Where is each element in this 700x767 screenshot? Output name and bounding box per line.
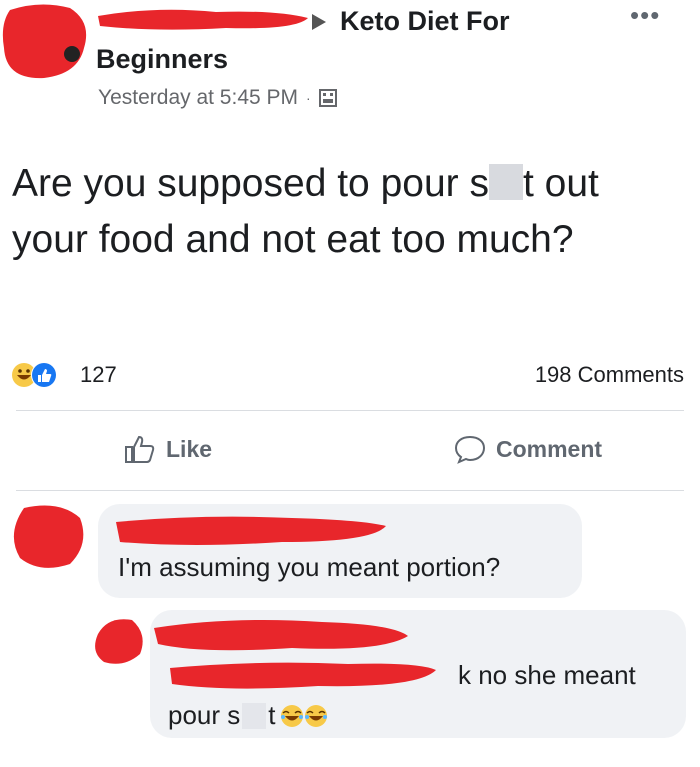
author-avatar-redacted[interactable] [0, 2, 88, 80]
laughing-emoji-icon [304, 704, 327, 727]
post-meta: Yesterday at 5:45 PM · [98, 86, 337, 110]
group-name-line2[interactable]: Beginners [96, 44, 228, 75]
post-text-part1: Are you supposed to pour s [12, 162, 489, 205]
like-icon [125, 435, 155, 463]
comment-button[interactable]: Comment [454, 434, 602, 464]
comment-icon [454, 435, 486, 464]
audience-icon [318, 89, 337, 107]
reaction-count[interactable]: 127 [80, 362, 117, 388]
laughing-emoji-icon [280, 704, 303, 727]
post-body: Are you supposed to pour st out your foo… [12, 156, 672, 268]
reaction-icons[interactable] [10, 360, 74, 390]
reply-text-part2: t [268, 700, 276, 730]
commenter-avatar-redacted[interactable] [10, 504, 86, 570]
reply-text-part1: pour s [168, 700, 241, 730]
shared-to-arrow-icon [312, 14, 326, 30]
reply-text-line1: k no she meant [458, 660, 636, 690]
author-name-redacted[interactable] [96, 4, 310, 34]
reply-avatar-redacted[interactable] [88, 614, 148, 668]
censor-block-small [242, 702, 267, 729]
post-timestamp[interactable]: Yesterday at 5:45 PM [98, 86, 298, 110]
like-label: Like [166, 435, 213, 462]
commenter-name-redacted[interactable] [112, 512, 388, 552]
reply-text-line2: pour s t [168, 700, 328, 731]
comment-text: I'm assuming you meant portion? [118, 552, 501, 582]
meta-separator: · [306, 90, 311, 106]
divider-top [16, 410, 684, 411]
reply-tag-redacted [170, 662, 436, 689]
censor-block [488, 164, 523, 200]
group-name-line1[interactable]: Keto Diet For [340, 6, 510, 37]
divider-bottom [16, 490, 684, 491]
like-button[interactable]: Like [124, 434, 212, 464]
more-options-icon[interactable]: ••• [630, 0, 660, 31]
reply-name-redacted[interactable] [152, 612, 410, 656]
comment-label: Comment [496, 435, 603, 462]
comment-count[interactable]: 198 Comments [535, 362, 684, 388]
